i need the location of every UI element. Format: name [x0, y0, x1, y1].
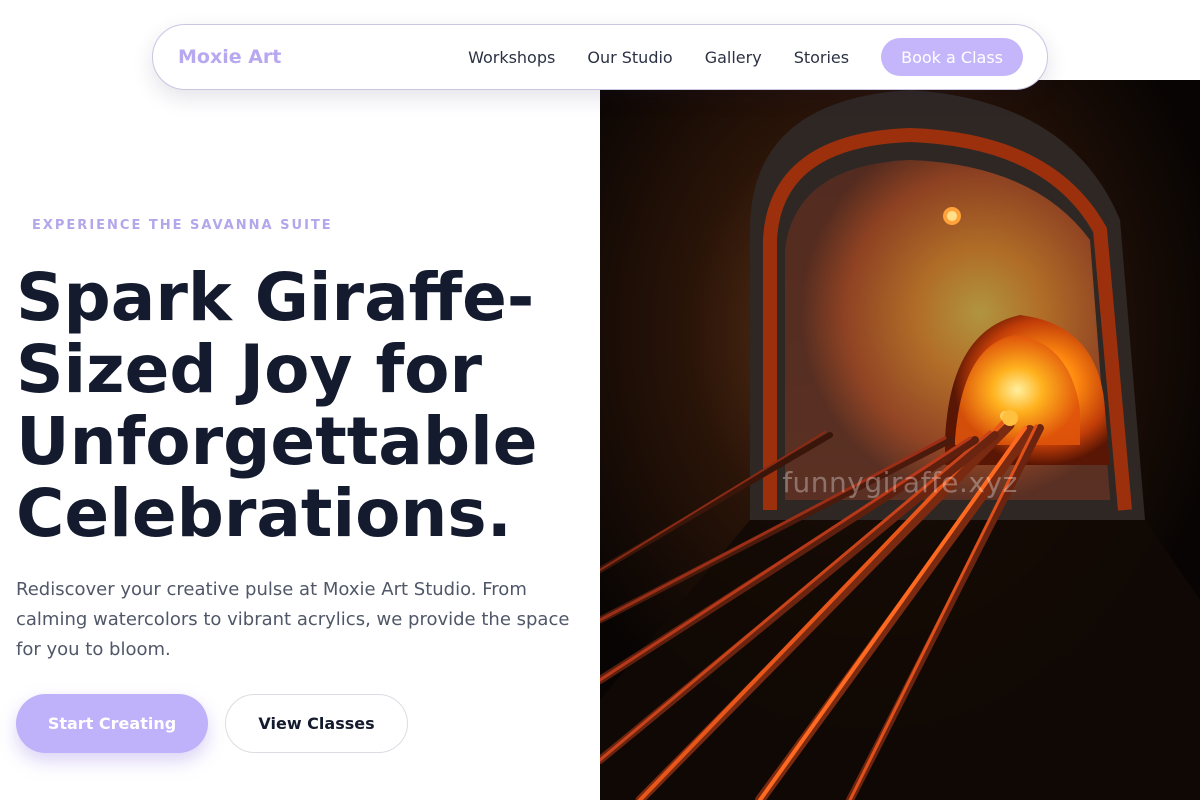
landing-page: funnygiraffe.xyz Moxie Art Workshops Our… — [0, 0, 1200, 800]
nav-link-workshops[interactable]: Workshops — [468, 48, 555, 67]
hero-description: Rediscover your creative pulse at Moxie … — [16, 579, 570, 660]
top-navigation: Moxie Art Workshops Our Studio Gallery S… — [152, 24, 1048, 90]
view-classes-button[interactable]: View Classes — [225, 694, 408, 753]
book-class-button[interactable]: Book a Class — [881, 38, 1023, 76]
nav-link-our-studio[interactable]: Our Studio — [587, 48, 672, 67]
hero-headline: Spark Giraffe- Sized Joy for Unforgettab… — [16, 262, 600, 550]
nav-link-gallery[interactable]: Gallery — [705, 48, 762, 67]
headline-line-2: Sized Joy for — [16, 331, 483, 408]
hero-image: funnygiraffe.xyz — [600, 80, 1200, 800]
headline-line-1: Spark Giraffe- — [16, 259, 535, 336]
headline-line-4: Celebrations. — [16, 475, 512, 552]
kiln-illustration — [600, 80, 1200, 800]
headline-line-3: Unforgettable — [16, 403, 538, 480]
brand-logo[interactable]: Moxie Art — [178, 46, 281, 68]
hero-eyebrow: EXPERIENCE THE SAVANNA SUITE — [32, 218, 333, 233]
start-creating-button[interactable]: Start Creating — [16, 694, 208, 753]
nav-link-stories[interactable]: Stories — [794, 48, 849, 67]
nav-links: Workshops Our Studio Gallery Stories Boo… — [468, 38, 1023, 76]
